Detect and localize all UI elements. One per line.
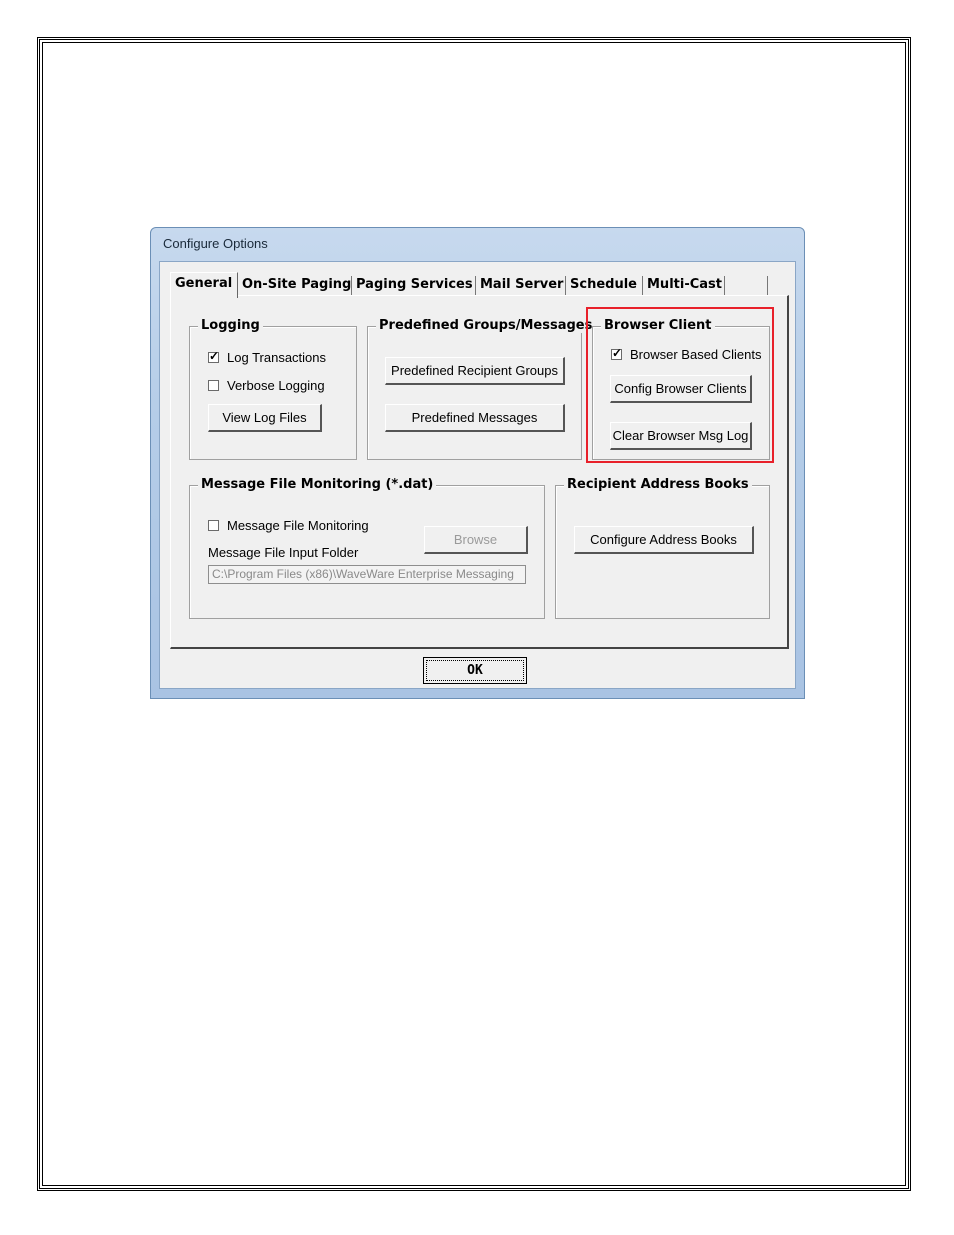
message-file-monitoring-group: Message File Monitoring (*.dat) Message … xyxy=(189,477,545,619)
verbose-logging-checkbox[interactable]: Verbose Logging xyxy=(208,378,325,393)
message-file-monitoring-checkbox[interactable]: Message File Monitoring xyxy=(208,518,369,533)
configure-address-books-button[interactable]: Configure Address Books xyxy=(574,526,754,554)
checkbox-unchecked-icon xyxy=(208,380,219,391)
window-title: Configure Options xyxy=(163,236,268,251)
predefined-messages-button[interactable]: Predefined Messages xyxy=(385,404,565,432)
message-file-input-folder-field[interactable]: C:\Program Files (x86)\WaveWare Enterpri… xyxy=(208,565,526,584)
predefined-recipient-groups-button[interactable]: Predefined Recipient Groups xyxy=(385,357,565,385)
tab-paging-services[interactable]: Paging Services xyxy=(352,276,476,296)
recipient-address-books-group: Recipient Address Books Configure Addres… xyxy=(555,477,770,619)
tab-mail-server[interactable]: Mail Server xyxy=(476,276,566,296)
message-file-monitoring-label: Message File Monitoring xyxy=(227,518,369,533)
verbose-logging-label: Verbose Logging xyxy=(227,378,325,393)
predefined-group-label: Predefined Groups/Messages xyxy=(376,318,596,333)
recipient-address-books-group-label: Recipient Address Books xyxy=(564,477,752,492)
tab-general[interactable]: General xyxy=(170,272,238,298)
ok-button-label: OK xyxy=(426,660,524,681)
tab-on-site-paging[interactable]: On-Site Paging xyxy=(238,276,352,296)
browser-client-highlight-box xyxy=(586,307,774,463)
view-log-files-button[interactable]: View Log Files xyxy=(208,404,322,432)
checkbox-checked-icon xyxy=(208,349,219,363)
message-file-monitoring-group-label: Message File Monitoring (*.dat) xyxy=(198,477,437,492)
tab-schedule[interactable]: Schedule xyxy=(566,276,643,296)
tab-multi-cast[interactable]: Multi-Cast xyxy=(643,276,725,296)
ok-button[interactable]: OK xyxy=(423,657,527,684)
log-transactions-label: Log Transactions xyxy=(227,350,327,365)
log-transactions-checkbox[interactable]: Log Transactions xyxy=(208,349,327,365)
logging-group-label: Logging xyxy=(198,318,263,333)
browse-button[interactable]: Browse xyxy=(424,526,528,554)
checkbox-unchecked-icon xyxy=(208,520,219,531)
logging-group: Logging Log Transactions Verbose Logging… xyxy=(189,318,357,460)
configure-options-dialog: Configure Options General On-Site Paging… xyxy=(150,227,805,699)
tab-blank[interactable] xyxy=(725,276,768,296)
message-file-input-folder-label: Message File Input Folder xyxy=(208,545,359,560)
predefined-group: Predefined Groups/Messages Predefined Re… xyxy=(367,318,596,460)
